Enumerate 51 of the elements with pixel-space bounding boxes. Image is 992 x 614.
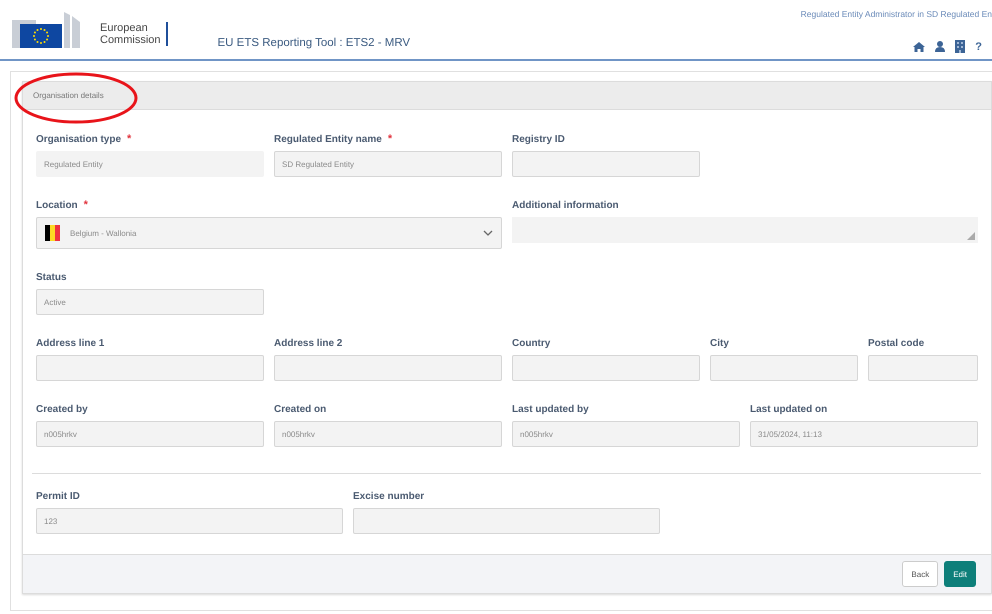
flag-icon [45, 225, 60, 241]
field-label: Status [36, 272, 67, 282]
text-field[interactable] [353, 508, 660, 534]
home-icon[interactable] [913, 42, 926, 52]
field-label: Regulated Entity name [274, 134, 382, 144]
text-field[interactable] [868, 355, 978, 381]
building-icon[interactable] [955, 40, 966, 53]
user-icon[interactable] [935, 41, 946, 52]
text-field[interactable]: Regulated Entity [36, 151, 264, 177]
field-label: Last updated on [750, 404, 828, 414]
user-role-link[interactable]: Regulated Entity Administrator in SD Regulated En [800, 9, 992, 19]
text-field[interactable] [710, 355, 858, 381]
text-field[interactable] [274, 355, 502, 381]
app-title: EU ETS Reporting Tool : ETS2 - MRV [218, 37, 410, 49]
field-label: Postal code [868, 338, 924, 348]
text-field[interactable]: n005hrkv [36, 421, 264, 447]
field-label: Address line 2 [274, 338, 342, 348]
required-mark: * [84, 199, 88, 211]
field-label: Organisation type [36, 134, 122, 144]
field-label: Excise number [353, 490, 424, 502]
chevron-down-icon [483, 230, 493, 236]
text-field[interactable]: n005hrkv [512, 421, 740, 447]
text-field[interactable]: Active [36, 289, 264, 315]
field-label: Additional information [512, 200, 619, 210]
location-select[interactable]: Belgium - Wallonia [36, 217, 502, 249]
required-mark: * [388, 133, 392, 145]
text-field[interactable] [512, 355, 700, 381]
help-button[interactable]: ? [975, 40, 982, 52]
text-field[interactable]: SD Regulated Entity [274, 151, 502, 177]
text-field[interactable]: n005hrkv [274, 421, 502, 447]
field-label: Created by [36, 404, 88, 414]
text-field[interactable] [512, 151, 700, 177]
text-field[interactable]: 123 [36, 508, 343, 534]
text-field[interactable]: 31/05/2024, 11:13 [750, 421, 978, 447]
panel-title: Organisation details [33, 91, 104, 100]
resize-handle-icon[interactable] [967, 232, 975, 240]
required-mark: * [127, 133, 132, 145]
field-label: Address line 1 [36, 338, 104, 348]
field-label: Country [512, 338, 550, 348]
field-label: Last updated by [512, 404, 589, 414]
field-label: Registry ID [512, 134, 565, 144]
field-label: Created on [274, 404, 326, 414]
field-label: Location [36, 200, 78, 210]
field-label: City [710, 338, 729, 348]
brand-name: European [100, 22, 149, 34]
text-field[interactable] [36, 355, 264, 381]
back-button[interactable]: Back [902, 561, 938, 587]
brand-name: Commission [100, 34, 161, 46]
edit-button[interactable]: Edit [944, 561, 976, 587]
field-label: Permit ID [36, 490, 80, 502]
text-area[interactable] [512, 217, 978, 243]
